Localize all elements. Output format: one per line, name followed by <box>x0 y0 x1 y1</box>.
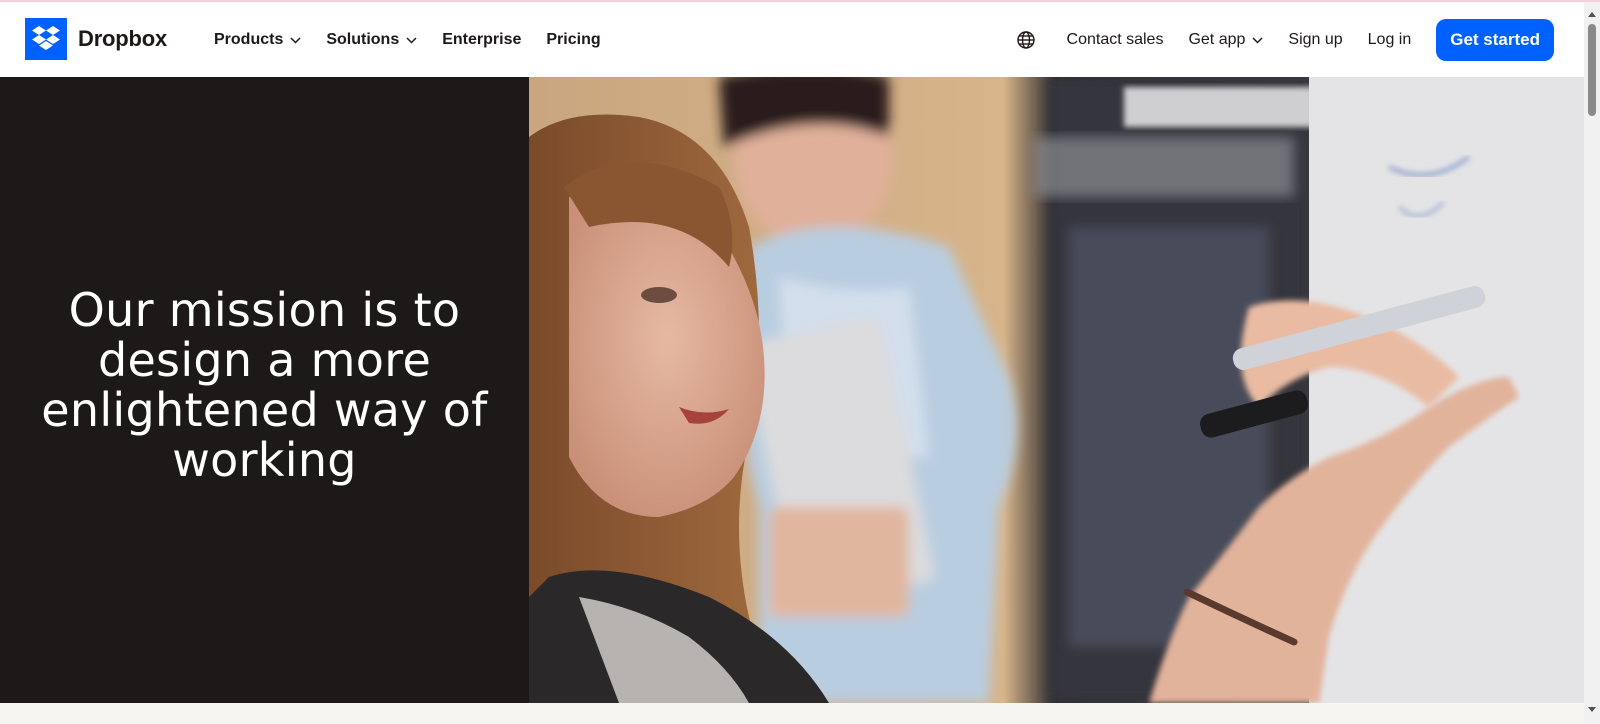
scroll-up-arrow-icon[interactable] <box>1588 12 1596 17</box>
brand-name: Dropbox <box>78 26 168 51</box>
chevron-down-icon <box>290 31 301 49</box>
nav-solutions-label: Solutions <box>326 30 400 48</box>
nav-products-label: Products <box>214 30 284 48</box>
primary-nav: Products Solutions Enterprise Pricing <box>214 2 626 77</box>
secondary-nav: Contact sales Get app Sign up Log in Get… <box>1016 2 1554 77</box>
nav-enterprise-label: Enterprise <box>442 30 522 48</box>
get-started-button[interactable]: Get started <box>1436 18 1554 61</box>
log-in-link[interactable]: Log in <box>1368 31 1412 49</box>
get-app-dropdown[interactable]: Get app <box>1188 31 1263 49</box>
nav-pricing[interactable]: Pricing <box>546 31 600 49</box>
hero-section: Our mission is to design a more enlighte… <box>0 77 1584 703</box>
page-scrollbar[interactable] <box>1584 2 1600 724</box>
site-header: Dropbox Products Solutions Enterprise Pr… <box>0 2 1584 77</box>
chevron-down-icon <box>1252 31 1263 49</box>
nav-pricing-label: Pricing <box>546 30 601 48</box>
nav-solutions[interactable]: Solutions <box>326 31 417 49</box>
chevron-down-icon <box>406 31 417 49</box>
hero-photo <box>529 77 1584 703</box>
hero-title: Our mission is to design a more enlighte… <box>41 283 488 487</box>
sign-up-link[interactable]: Sign up <box>1288 31 1342 49</box>
globe-icon[interactable] <box>1016 29 1039 51</box>
nav-enterprise[interactable]: Enterprise <box>442 31 521 49</box>
hero-text-panel: Our mission is to design a more enlighte… <box>0 77 529 703</box>
scroll-down-arrow-icon[interactable] <box>1588 707 1596 712</box>
dropbox-logo-link[interactable]: Dropbox <box>25 18 167 60</box>
scrollbar-thumb[interactable] <box>1588 24 1596 116</box>
get-app-label: Get app <box>1188 30 1246 48</box>
contact-sales-link[interactable]: Contact sales <box>1067 31 1164 49</box>
nav-products[interactable]: Products <box>214 31 301 49</box>
dropbox-logo-icon <box>25 18 67 60</box>
